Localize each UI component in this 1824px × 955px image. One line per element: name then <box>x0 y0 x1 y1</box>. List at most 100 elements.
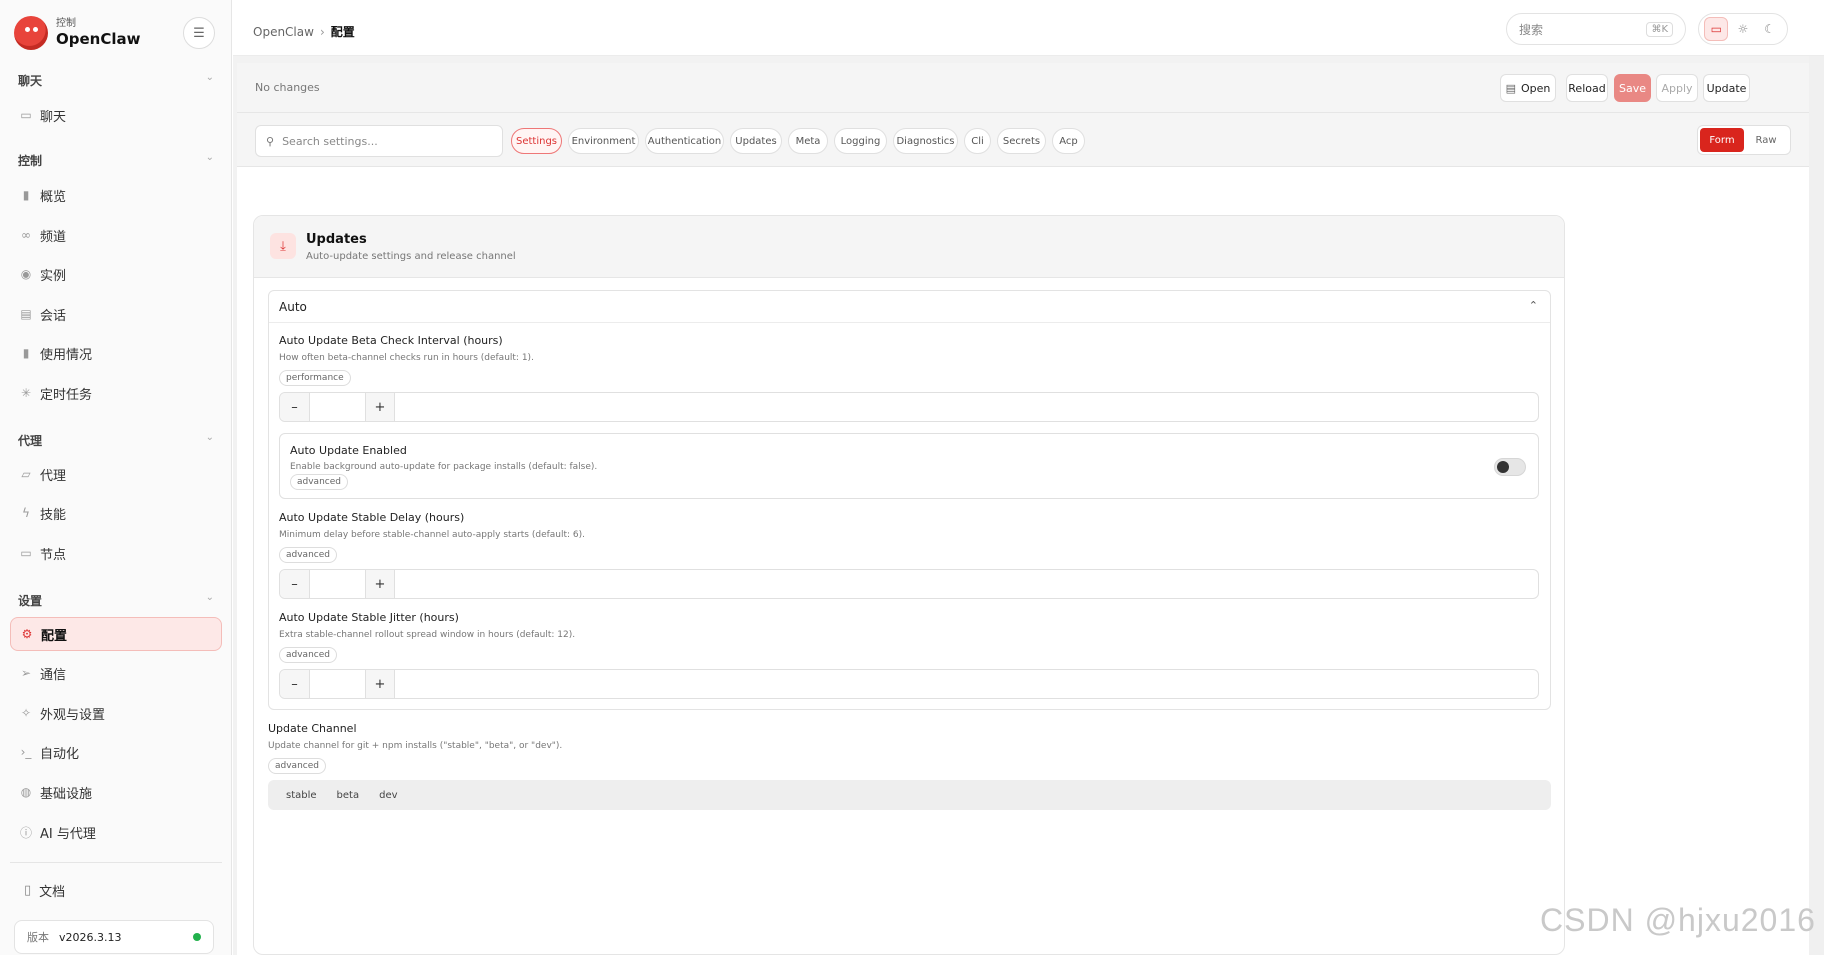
sparkle-icon: ✧ <box>20 706 32 720</box>
field-title: Auto Update Beta Check Interval (hours) <box>279 334 503 347</box>
chevron-down-icon: ⌄ <box>205 152 214 163</box>
group-label: 设置 <box>18 594 43 608</box>
decrement-button[interactable]: – <box>280 570 310 598</box>
tab-environment[interactable]: Environment <box>568 128 639 154</box>
update-button[interactable]: Update <box>1703 74 1750 102</box>
sidebar-item-nodes[interactable]: ▭ 节点 <box>10 536 222 570</box>
sidebar-item-label: 使用情况 <box>40 347 93 363</box>
sidebar-item-chat[interactable]: ▭ 聊天 <box>10 98 222 132</box>
apply-button[interactable]: Apply <box>1656 74 1698 102</box>
book-icon: ▯ <box>24 883 32 898</box>
version-number: v2026.3.13 <box>59 930 122 944</box>
menu-toggle-button[interactable]: ☰ <box>183 17 215 49</box>
tab-settings[interactable]: Settings <box>511 128 562 154</box>
radio-icon: ◉ <box>20 267 32 281</box>
loader-icon: ✳ <box>20 386 32 400</box>
tab-secrets[interactable]: Secrets <box>997 128 1046 154</box>
sidebar-item-ai-agents[interactable]: ⓘ AI 与代理 <box>10 815 222 849</box>
bar-chart-icon: ▮ <box>22 188 30 202</box>
sidebar-item-skills[interactable]: ϟ 技能 <box>10 496 222 530</box>
increment-button[interactable]: + <box>365 393 395 421</box>
sidebar-item-infrastructure[interactable]: ◍ 基础设施 <box>10 775 222 809</box>
breadcrumb-root[interactable]: OpenClaw <box>253 25 314 39</box>
auto-group-header[interactable]: Auto ⌃ <box>269 291 1550 323</box>
file-icon: ▤ <box>1505 81 1516 95</box>
info-icon: ⓘ <box>19 825 32 840</box>
version-label: 版本 <box>27 931 49 944</box>
sidebar-item-agents[interactable]: ▱ 代理 <box>10 457 222 491</box>
search-shortcut-badge: ⌘K <box>1646 21 1673 37</box>
sidebar-item-overview[interactable]: ▮ 概览 <box>10 178 222 212</box>
tab-logging[interactable]: Logging <box>834 128 887 154</box>
raw-mode-button[interactable]: Raw <box>1744 128 1788 152</box>
global-search-input[interactable]: 搜索 ⌘K <box>1506 13 1686 45</box>
field-tag: advanced <box>279 647 337 663</box>
docs-link[interactable]: ▯ 文档 <box>24 881 65 900</box>
page-scrollbar[interactable] <box>1809 56 1824 955</box>
tab-cli[interactable]: Cli <box>964 128 991 154</box>
reload-button[interactable]: Reload <box>1566 74 1608 102</box>
decrement-button[interactable]: – <box>280 393 310 421</box>
save-button[interactable]: Save <box>1614 74 1651 102</box>
sidebar-item-cron[interactable]: ✳ 定时任务 <box>10 376 222 410</box>
decrement-button[interactable]: – <box>280 670 310 698</box>
field-description: Minimum delay before stable-channel auto… <box>279 530 586 540</box>
channel-option-beta[interactable]: beta <box>327 790 370 801</box>
global-search-placeholder: 搜索 <box>1519 22 1544 37</box>
group-agents-header[interactable]: 代理 ⌄ <box>18 432 214 449</box>
settings-content: ⤓ Updates Auto-update settings and relea… <box>237 167 1809 955</box>
group-label: 控制 <box>18 154 43 168</box>
sidebar-item-instances[interactable]: ◉ 实例 <box>10 257 222 291</box>
channel-option-stable[interactable]: stable <box>276 790 327 801</box>
sidebar-item-communication[interactable]: ➢ 通信 <box>10 656 222 690</box>
stable-delay-stepper: – + <box>279 569 1539 599</box>
main-panel: No changes ▤ Open Reload Save Apply Updat… <box>233 56 1824 955</box>
light-theme-icon[interactable]: ☼ <box>1731 17 1755 41</box>
tab-updates[interactable]: Updates <box>730 128 782 154</box>
field-description: Update channel for git + npm installs ("… <box>268 741 563 751</box>
stable-delay-input[interactable] <box>310 570 365 598</box>
theme-switcher: ▭ ☼ ☾ <box>1698 13 1788 45</box>
chat-icon: ▭ <box>20 108 32 122</box>
settings-search-input[interactable]: ⚲ Search settings... <box>255 125 503 157</box>
sidebar-item-automation[interactable]: ›_ 自动化 <box>10 735 222 769</box>
open-button[interactable]: ▤ Open <box>1500 74 1556 102</box>
sidebar-item-appearance[interactable]: ✧ 外观与设置 <box>10 696 222 730</box>
tab-meta[interactable]: Meta <box>788 128 828 154</box>
status-online-dot <box>193 933 201 941</box>
auto-update-enabled-card: Auto Update Enabled Enable background au… <box>279 433 1539 499</box>
chevron-down-icon: ⌄ <box>205 432 214 443</box>
section-subtitle: Auto-update settings and release channel <box>306 251 516 262</box>
sidebar-item-sessions[interactable]: ▤ 会话 <box>10 297 222 331</box>
globe-icon: ◍ <box>20 785 32 799</box>
sidebar-item-usage[interactable]: ▮ 使用情况 <box>10 336 222 370</box>
increment-button[interactable]: + <box>365 570 395 598</box>
channel-option-dev[interactable]: dev <box>369 790 407 801</box>
brand[interactable]: 控制 OpenClaw <box>14 14 140 52</box>
beta-check-interval-input[interactable] <box>310 393 365 421</box>
beta-check-interval-stepper: – + <box>279 392 1539 422</box>
increment-button[interactable]: + <box>365 670 395 698</box>
tab-acp[interactable]: Acp <box>1052 128 1085 154</box>
settings-filter-bar: ⚲ Search settings... Settings Environmen… <box>237 113 1809 167</box>
breadcrumb-separator-icon: › <box>319 25 325 39</box>
breadcrumb: OpenClaw › 配置 <box>253 23 355 40</box>
system-theme-icon[interactable]: ▭ <box>1704 17 1729 41</box>
tab-authentication[interactable]: Authentication <box>645 128 724 154</box>
dark-theme-icon[interactable]: ☾ <box>1758 17 1782 41</box>
group-settings-header[interactable]: 设置 ⌄ <box>18 592 214 609</box>
sidebar-item-channels[interactable]: ∞ 频道 <box>10 218 222 252</box>
sidebar-item-label: 会话 <box>40 308 67 324</box>
sidebar-item-config[interactable]: ⚙ 配置 <box>10 617 222 651</box>
stable-jitter-input[interactable] <box>310 670 365 698</box>
sidebar: 控制 OpenClaw ☰ 聊天 ⌄ ▭ 聊天 控制 ⌄ ▮ 概览 ∞ 频道 ◉ 实例 ▤ 会… <box>0 0 232 955</box>
tab-diagnostics[interactable]: Diagnostics <box>893 128 958 154</box>
sidebar-item-label: 基础设施 <box>40 786 93 802</box>
group-control-header[interactable]: 控制 ⌄ <box>18 152 214 169</box>
auto-update-enabled-toggle[interactable] <box>1494 458 1526 476</box>
form-mode-button[interactable]: Form <box>1700 128 1744 152</box>
sidebar-item-label: 通信 <box>40 667 67 683</box>
group-chat-header[interactable]: 聊天 ⌄ <box>18 72 214 89</box>
form-raw-toggle: Form Raw <box>1697 125 1791 155</box>
field-tag: advanced <box>279 547 337 563</box>
